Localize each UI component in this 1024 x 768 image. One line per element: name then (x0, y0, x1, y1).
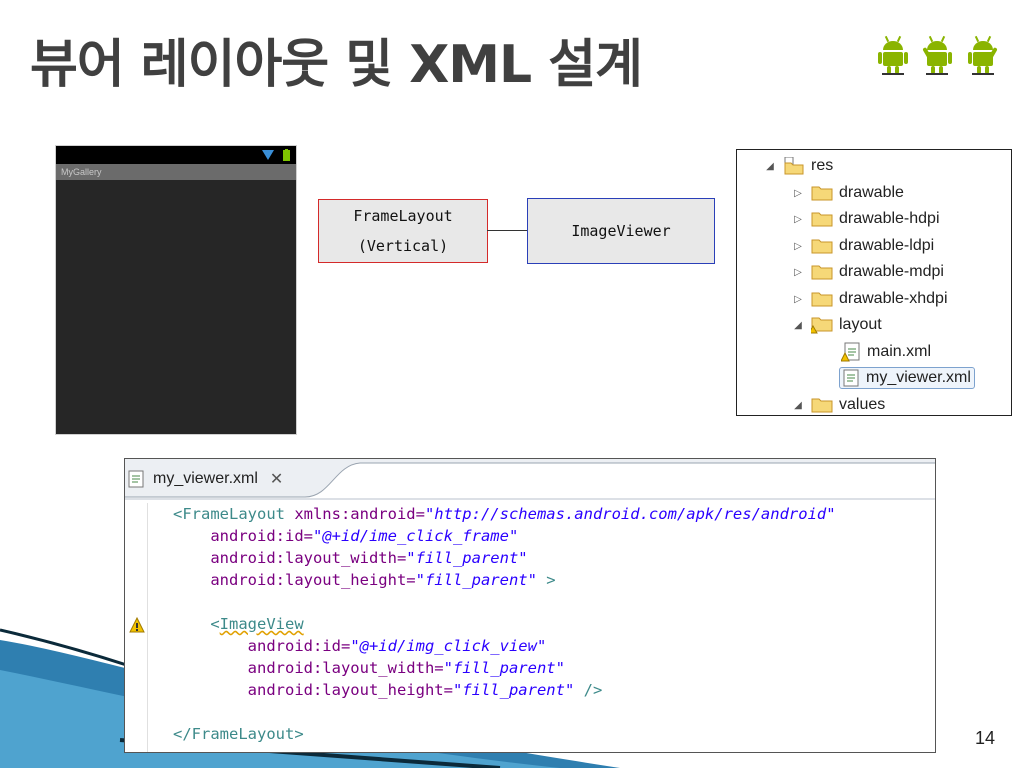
folder-icon (811, 265, 833, 280)
selected-highlight[interactable]: my_viewer.xml (839, 367, 975, 389)
code-line: android:id="@+id/ime_click_frame" (210, 527, 519, 545)
slide-title: 뷰어 레이아웃 및 XML 설계 (30, 35, 643, 95)
collapsed-arrow-icon[interactable]: ▷ (793, 188, 803, 199)
tree-item-drawable-xhdpi[interactable]: ▷ drawable-xhdpi (793, 287, 948, 311)
folder-warning-icon (811, 317, 833, 334)
phone-screen-preview: MyGallery (55, 145, 297, 435)
folder-icon (811, 292, 833, 307)
code-line: android:layout_height="fill_parent" > (210, 571, 556, 589)
code-line: android:layout_width="fill_parent" (210, 549, 528, 567)
xml-file-icon (128, 470, 144, 488)
tree-item-label: drawable-mdpi (839, 263, 944, 280)
diagram-connector (487, 230, 527, 231)
folder-icon (811, 239, 833, 254)
editor-tab-my-viewer-xml[interactable]: my_viewer.xml ✕ (127, 463, 283, 495)
editor-gutter (125, 503, 148, 752)
code-line: android:id="@+id/img_click_view" (247, 637, 547, 655)
framelayout-box: FrameLayout (Vertical) (318, 199, 488, 263)
tree-item-label: my_viewer.xml (866, 369, 971, 386)
framelayout-orientation: (Vertical) (357, 237, 449, 255)
tree-item-drawable-ldpi[interactable]: ▷ drawable-ldpi (793, 234, 934, 258)
collapsed-arrow-icon[interactable]: ▷ (793, 214, 803, 225)
status-bar (56, 146, 296, 164)
expanded-arrow-icon[interactable]: ◢ (793, 320, 803, 331)
tree-item-drawable-hdpi[interactable]: ▷ drawable-hdpi (793, 207, 940, 231)
tree-item-main-xml[interactable]: main.xml (841, 340, 931, 364)
tree-item-label: drawable-xhdpi (839, 290, 948, 307)
project-explorer-tree: ◢ res ▷ drawable ▷ drawable-hdpi ▷ drawa… (736, 149, 1012, 416)
tree-item-res[interactable]: ◢ res (765, 154, 833, 178)
app-title-bar: MyGallery (56, 164, 296, 180)
tree-item-my-viewer-xml[interactable]: my_viewer.xml (839, 366, 975, 390)
xml-editor: my_viewer.xml ✕ <FrameLayout xmlns:andro… (124, 458, 936, 753)
code-line: android:layout_height="fill_parent" /> (247, 681, 603, 699)
android-mascots-icon (878, 35, 997, 75)
xml-file-icon (843, 369, 859, 387)
package-folder-icon (784, 157, 804, 175)
tree-item-label: res (811, 157, 834, 174)
code-line: </FrameLayout> (173, 725, 304, 743)
framelayout-label: FrameLayout (353, 207, 453, 225)
expanded-arrow-icon[interactable]: ◢ (793, 400, 803, 411)
battery-icon (283, 149, 290, 161)
collapsed-arrow-icon[interactable]: ▷ (793, 267, 803, 278)
expanded-arrow-icon[interactable]: ◢ (765, 161, 775, 172)
code-line: <FrameLayout xmlns:android="http://schem… (173, 505, 836, 523)
tree-item-label: layout (839, 316, 882, 333)
xml-file-warning-icon (841, 342, 860, 362)
wifi-icon (262, 150, 274, 160)
imageviewer-label: ImageViewer (571, 222, 671, 240)
folder-icon (811, 186, 833, 201)
imageviewer-box: ImageViewer (527, 198, 715, 264)
tree-item-drawable-mdpi[interactable]: ▷ drawable-mdpi (793, 260, 944, 284)
close-tab-icon[interactable]: ✕ (270, 469, 283, 489)
editor-tab-label: my_viewer.xml (153, 470, 258, 487)
code-line: <ImageView (210, 615, 304, 633)
folder-icon (811, 212, 833, 227)
tree-item-drawable[interactable]: ▷ drawable (793, 181, 904, 205)
tree-item-label: drawable (839, 184, 904, 201)
code-line: android:layout_width="fill_parent" (247, 659, 565, 677)
code-content[interactable]: <FrameLayout xmlns:android="http://schem… (173, 503, 836, 745)
page-number: 14 (975, 728, 996, 748)
collapsed-arrow-icon[interactable]: ▷ (793, 241, 803, 252)
collapsed-arrow-icon[interactable]: ▷ (793, 294, 803, 305)
tree-item-label: drawable-ldpi (839, 237, 935, 254)
tree-item-label: drawable-hdpi (839, 210, 940, 227)
warning-icon[interactable] (129, 617, 145, 633)
tree-item-label: main.xml (867, 343, 932, 360)
tree-item-label: values (839, 396, 886, 413)
folder-icon (811, 398, 833, 413)
tree-item-values[interactable]: ◢ values (793, 393, 886, 415)
tree-item-layout[interactable]: ◢ layout (793, 313, 882, 337)
